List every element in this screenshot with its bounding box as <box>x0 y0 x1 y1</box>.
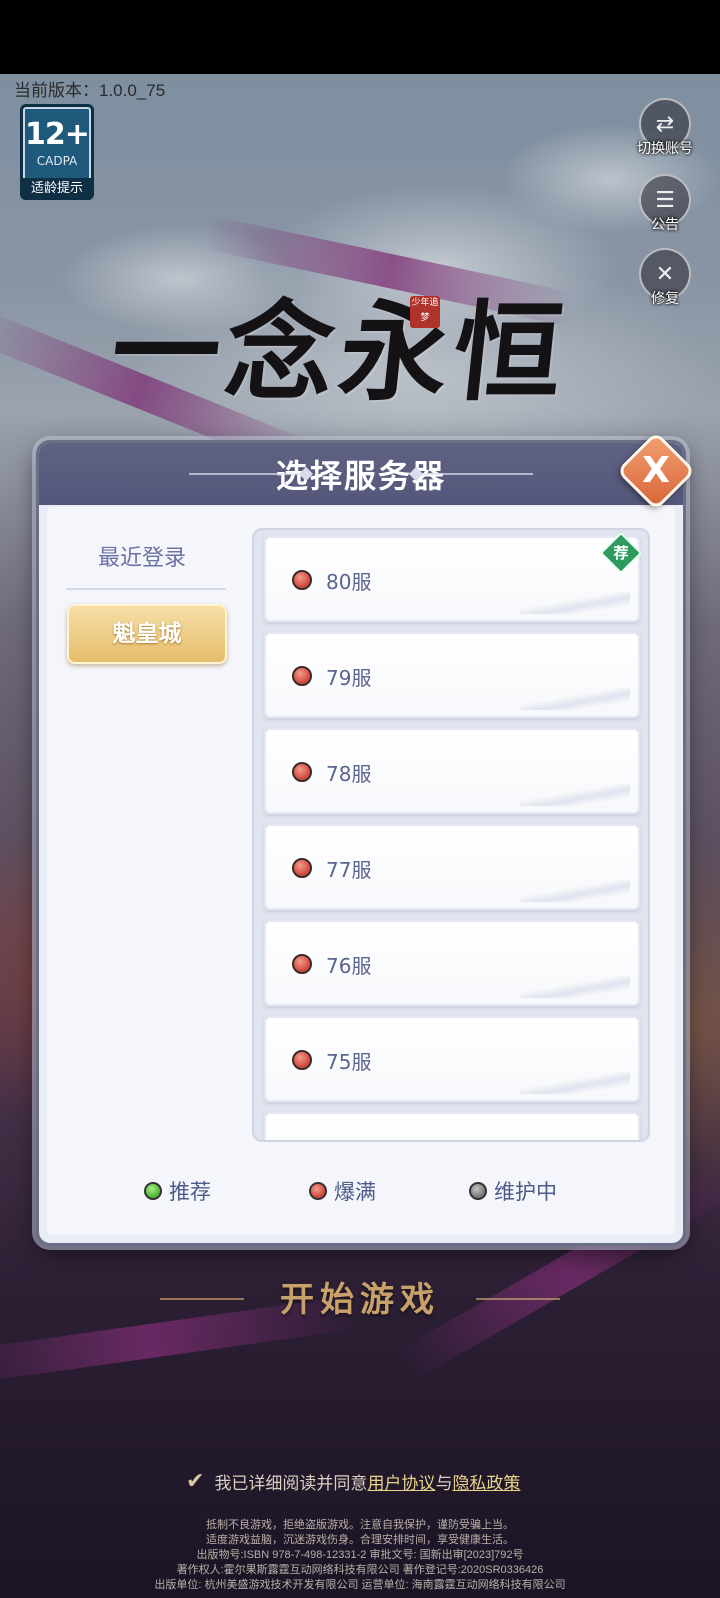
wave-decoration <box>520 592 630 614</box>
agreement-prefix: 我已详细阅读并同意 <box>214 1473 368 1494</box>
user-agreement-link[interactable]: 用户协议 <box>367 1469 435 1494</box>
switch-account-label: 切换账号 <box>637 141 693 157</box>
start-decoration-right <box>476 1298 560 1300</box>
repair-label: 修复 <box>651 291 679 307</box>
server-item-77[interactable]: 77服 <box>264 824 640 910</box>
server-name: 76服 <box>326 954 372 978</box>
server-name: 75服 <box>326 1050 372 1074</box>
logo-seal: 少年追梦 <box>410 296 440 328</box>
agreement-joiner: 与 <box>435 1473 453 1494</box>
footer-line: 著作权人:霍尔果斯露霆互动网络科技有限公司 著作登记号:2020SR033642… <box>176 1564 544 1576</box>
status-recommended-icon <box>144 1182 162 1200</box>
legend-maintenance: 维护中 <box>469 1176 557 1206</box>
close-icon: X <box>642 450 670 491</box>
legend-label: 维护中 <box>494 1180 557 1204</box>
start-game-button[interactable]: 开始游戏 <box>160 1268 560 1332</box>
dialog-header: 选择服务器 <box>39 443 683 505</box>
server-name: 78服 <box>326 762 372 786</box>
announcement-button[interactable]: ☰ 公告 <box>632 174 698 234</box>
legend-full: 爆满 <box>309 1176 376 1206</box>
header-decoration-right <box>423 473 533 475</box>
game-logo: 一念永恒 <box>105 290 575 416</box>
status-full-icon <box>292 1050 312 1070</box>
age-rating-org: CADPA <box>36 154 78 168</box>
server-name: 77服 <box>326 858 372 882</box>
footer-line: 出版单位: 杭州美盛游戏技术开发有限公司 运营单位: 海南露霆互动网络科技有限公… <box>154 1579 566 1591</box>
agreement-row: ✔ 我已详细阅读并同意 用户协议 与 隐私政策 <box>186 1466 520 1496</box>
footer-line: 适度游戏益脑，沉迷游戏伤身。合理安排时间，享受健康生活。 <box>206 1534 514 1546</box>
wave-decoration <box>520 688 630 710</box>
footer-line: 出版物号:ISBN 978-7-498-12331-2 审批文号: 国新出审[2… <box>196 1549 524 1561</box>
legend-label: 推荐 <box>169 1180 211 1204</box>
age-rating-tip: 适龄提示 <box>20 178 94 200</box>
server-item-80[interactable]: 80服 荐 <box>264 531 643 622</box>
wave-decoration <box>520 1072 630 1094</box>
wave-decoration <box>520 784 630 806</box>
legend-recommended: 推荐 <box>144 1176 211 1206</box>
server-item-78[interactable]: 78服 <box>264 728 640 814</box>
server-name: 79服 <box>326 666 372 690</box>
status-full-icon <box>292 666 312 686</box>
recommend-badge-label: 荐 <box>613 544 629 562</box>
server-list[interactable]: 80服 荐 79服 78服 77服 76服 75服 <box>252 528 650 1142</box>
status-full-icon <box>292 762 312 782</box>
status-full-icon <box>292 954 312 974</box>
wave-decoration <box>520 976 630 998</box>
server-item-partial[interactable] <box>264 1112 640 1140</box>
status-full-icon <box>292 570 312 590</box>
recommend-badge: 荐 <box>599 531 643 575</box>
announcement-label: 公告 <box>651 217 679 233</box>
agreement-checkbox[interactable]: ✔ <box>186 1469 204 1494</box>
header-decoration-left <box>189 473 299 475</box>
wave-decoration <box>520 880 630 902</box>
server-item-76[interactable]: 76服 <box>264 920 640 1006</box>
footer-line: 抵制不良游戏，拒绝盗版游戏。注意自我保护，谨防受骗上当。 <box>206 1519 514 1531</box>
recent-server-button[interactable]: 魁皇城 <box>67 604 227 664</box>
server-name: 80服 <box>326 570 372 594</box>
server-item-79[interactable]: 79服 <box>264 632 640 718</box>
legend-label: 爆满 <box>334 1180 376 1204</box>
status-full-icon <box>292 858 312 878</box>
recent-divider <box>66 588 226 590</box>
recent-login-label: 最近登录 <box>98 546 187 571</box>
age-rating-badge[interactable]: 12+ CADPA 适龄提示 <box>20 104 94 200</box>
server-item-75[interactable]: 75服 <box>264 1016 640 1102</box>
status-full-icon <box>309 1182 327 1200</box>
age-rating-value: 12+ <box>25 117 90 152</box>
status-maintenance-icon <box>469 1182 487 1200</box>
version-label: 当前版本：1.0.0_75 <box>14 81 166 100</box>
status-bar <box>0 0 720 74</box>
repair-button[interactable]: ✕ 修复 <box>632 248 698 308</box>
privacy-policy-link[interactable]: 隐私政策 <box>452 1469 520 1494</box>
switch-account-button[interactable]: ⇄ 切换账号 <box>632 98 698 158</box>
